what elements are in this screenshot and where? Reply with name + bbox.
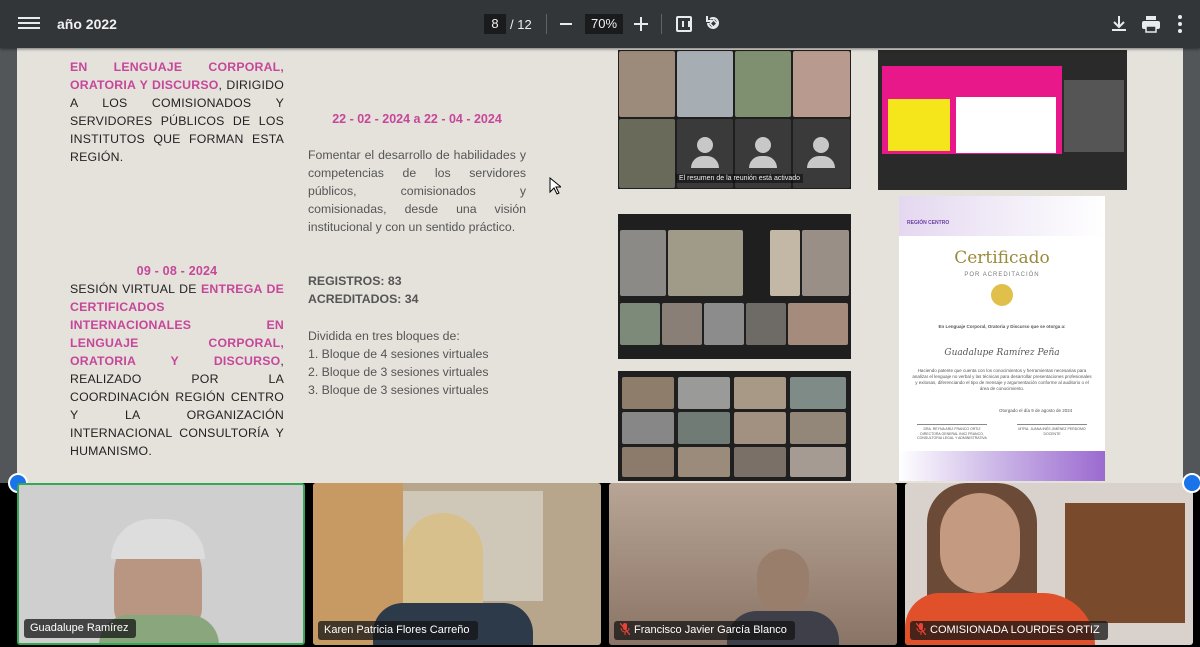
body-text: , REALIZADO POR LA COORDINACIÓN REGIÓN C… bbox=[70, 354, 284, 458]
toolbar-divider bbox=[661, 14, 662, 34]
certificate-recipient: Guadalupe Ramírez Peña bbox=[944, 348, 1060, 358]
expand-icon[interactable] bbox=[1182, 473, 1200, 493]
certificate-subtitle: POR ACREDITACIÓN bbox=[964, 272, 1040, 278]
session-photo-2 bbox=[618, 214, 851, 359]
registros-count: REGISTROS: 83 bbox=[308, 274, 402, 288]
blocks-intro: Dividida en tres bloques de: bbox=[308, 329, 460, 343]
page-total: / 12 bbox=[510, 17, 532, 32]
participant-name-text: Francisco Javier García Blanco bbox=[634, 624, 787, 636]
pdf-toolbar: año 2022 8 / 12 70% bbox=[0, 0, 1200, 48]
certificate-course: En Lenguaje Corporal, Oratoria y Discurs… bbox=[938, 324, 1066, 329]
more-options-icon[interactable] bbox=[1177, 15, 1183, 33]
meeting-summary-notice: El resumen de la reunión está activado bbox=[676, 174, 804, 183]
page-number-input[interactable]: 8 bbox=[484, 14, 506, 34]
participant-name: Karen Patricia Flores Carreño bbox=[318, 621, 478, 640]
date-range: 22 - 02 - 2024 a 22 - 04 - 2024 bbox=[332, 112, 502, 126]
block-item: 3. Bloque de 3 sesiones virtuales bbox=[308, 383, 489, 397]
session-photo-1: El resumen de la reunión está activado bbox=[618, 50, 851, 189]
rotate-icon[interactable] bbox=[704, 14, 722, 32]
mic-off-icon bbox=[916, 623, 926, 635]
screen: año 2022 8 / 12 70% EN LENGUAJE CORPORAL… bbox=[0, 0, 1200, 647]
participant-name: Francisco Javier García Blanco bbox=[614, 621, 795, 640]
document-title: año 2022 bbox=[57, 16, 117, 32]
objective-text: Fomentar el desarrollo de habilidades y … bbox=[308, 148, 526, 234]
toolbar-divider bbox=[546, 14, 547, 34]
left-column: EN LENGUAJE CORPORAL, ORATORIA Y DISCURS… bbox=[70, 58, 284, 460]
zoom-out-icon[interactable] bbox=[560, 23, 572, 25]
body-text: SESIÓN VIRTUAL DE bbox=[70, 282, 202, 296]
participant-tile[interactable]: COMISIONADA LOURDES ORTIZ bbox=[905, 483, 1193, 645]
mouse-cursor-icon bbox=[549, 177, 561, 195]
medal-icon bbox=[991, 284, 1013, 306]
fit-page-icon[interactable] bbox=[676, 16, 692, 32]
stats: REGISTROS: 83 ACREDITADOS: 34 bbox=[308, 272, 526, 308]
training-description: EN LENGUAJE CORPORAL, ORATORIA Y DISCURS… bbox=[70, 58, 284, 166]
signature-2: MTRA. JUANA INÉS JIMÉNEZ PERDOMO DOCENTE bbox=[1017, 424, 1087, 436]
menu-icon[interactable] bbox=[18, 14, 40, 34]
zoom-level-input[interactable]: 70% bbox=[585, 14, 623, 34]
certificate-title: Certificado bbox=[954, 248, 1050, 268]
pdf-page: EN LENGUAJE CORPORAL, ORATORIA Y DISCURS… bbox=[17, 48, 1183, 483]
certificate-image: REGIÓN CENTRO Certificado POR ACREDITACI… bbox=[899, 196, 1105, 481]
region-logo: REGIÓN CENTRO bbox=[907, 220, 950, 226]
download-icon[interactable] bbox=[1110, 14, 1128, 34]
pdf-viewer[interactable]: EN LENGUAJE CORPORAL, ORATORIA Y DISCURS… bbox=[0, 48, 1200, 483]
participant-tile[interactable]: Guadalupe Ramírez bbox=[17, 483, 305, 645]
session-photo-3 bbox=[618, 371, 851, 481]
mic-off-icon bbox=[620, 623, 630, 635]
participant-tile[interactable]: Karen Patricia Flores Carreño bbox=[313, 483, 601, 645]
certificate-date: Otorgado el día 9 de agosto de 2024 bbox=[999, 408, 1073, 413]
block-item: 2. Bloque de 3 sesiones virtuales bbox=[308, 365, 489, 379]
session-description: SESIÓN VIRTUAL DE ENTREGA DE CERTIFICADO… bbox=[70, 280, 284, 460]
meeting-participants-strip: Guadalupe Ramírez Karen Patricia Flores … bbox=[0, 473, 1200, 647]
acreditados-count: ACREDITADOS: 34 bbox=[308, 292, 419, 306]
presentation-screenshot bbox=[878, 50, 1127, 190]
participant-name-text: COMISIONADA LOURDES ORTIZ bbox=[930, 624, 1100, 636]
participant-tile[interactable]: Francisco Javier García Blanco bbox=[609, 483, 897, 645]
zoom-in-icon[interactable] bbox=[634, 17, 648, 31]
certificate-body: Haciendo patente que cuenta con los cono… bbox=[912, 368, 1092, 391]
session-date: 09 - 08 - 2024 bbox=[136, 264, 218, 278]
block-item: 1. Bloque de 4 sesiones virtuales bbox=[308, 347, 489, 361]
blocks-list: Dividida en tres bloques de: 1. Bloque d… bbox=[308, 327, 526, 399]
participant-name: Guadalupe Ramírez bbox=[24, 619, 137, 638]
participant-name: COMISIONADA LOURDES ORTIZ bbox=[910, 621, 1108, 640]
signature-1: DRA. REYNA ARIZ FRANCO ORTIZ DIRECTORA G… bbox=[917, 424, 987, 441]
print-icon[interactable] bbox=[1141, 14, 1161, 34]
